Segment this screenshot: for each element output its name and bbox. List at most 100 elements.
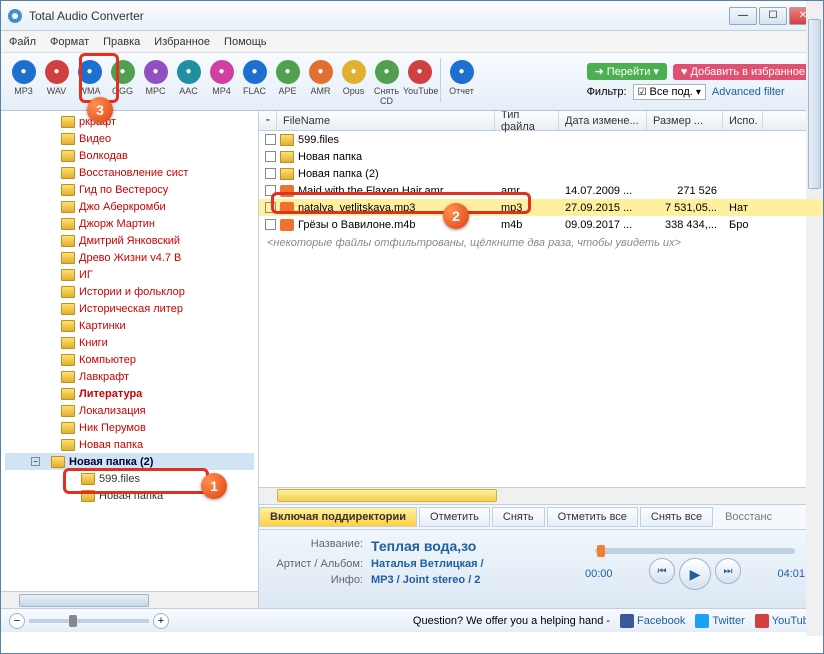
toolbar-mpc[interactable]: ●MPC [139, 58, 172, 106]
toolbar-снять cd[interactable]: ●Снять CD [370, 58, 403, 106]
help-text: Question? We offer you a helping hand - [413, 615, 610, 627]
toolbar-aac[interactable]: ●AAC [172, 58, 205, 106]
tree-item[interactable]: Книги [5, 334, 254, 351]
tree-item[interactable]: Истории и фольклор [5, 283, 254, 300]
menu-edit[interactable]: Правка [103, 36, 140, 48]
filter-label: Фильтр: [587, 86, 627, 98]
file-row[interactable]: Грёзы о Вавилоне.m4bm4b09.09.2017 ...338… [259, 216, 823, 233]
filelist-hscrollbar[interactable] [259, 487, 823, 504]
menu-format[interactable]: Формат [50, 36, 89, 48]
unmark-button[interactable]: Снять [492, 507, 545, 527]
tree-item[interactable]: Джорж Мартин [5, 215, 254, 232]
next-button[interactable]: ⏭ [715, 558, 741, 584]
play-button[interactable]: ▶ [679, 558, 711, 590]
app-icon [7, 8, 23, 24]
info-artist-label: Артист / Альбом: [271, 558, 371, 570]
info-artist: Наталья Ветлицкая / [371, 558, 484, 570]
annotation-badge-3: 3 [87, 97, 113, 123]
tree-item[interactable]: Ник Перумов [5, 419, 254, 436]
prev-button[interactable]: ⏮ [649, 558, 675, 584]
tree-item[interactable]: Дмитрий Янковский [5, 232, 254, 249]
menu-file[interactable]: Файл [9, 36, 36, 48]
include-subdirs-button[interactable]: Включая поддиректории [259, 507, 417, 527]
folder-tree-pane: ркрафтВидеоВолкодавВосстановление систГи… [1, 111, 259, 608]
add-favorite-button[interactable]: ♥ Добавить в избранное [673, 64, 813, 80]
time-total: 04:01 [777, 568, 805, 580]
file-row[interactable]: Новая папка [259, 148, 823, 165]
col-performer[interactable]: Испо. [723, 111, 763, 130]
col-type[interactable]: Тип файла [495, 111, 559, 130]
twitter-link[interactable]: Twitter [695, 614, 744, 628]
zoom-slider[interactable] [29, 619, 149, 623]
mark-all-button[interactable]: Отметить все [547, 507, 638, 527]
menu-help[interactable]: Помощь [224, 36, 267, 48]
tree-item[interactable]: Компьютер [5, 351, 254, 368]
tree-item[interactable]: Новая папка [5, 436, 254, 453]
tree-item[interactable]: Волкодав [5, 147, 254, 164]
toolbar-youtube[interactable]: ●YouTube [403, 58, 436, 106]
goto-button[interactable]: ➜ Перейти ▾ [587, 63, 667, 80]
tree-item[interactable]: Древо Жизни v4.7 B [5, 249, 254, 266]
app-window: Total Audio Converter — ☐ ✕ Файл Формат … [0, 0, 824, 654]
file-row[interactable]: natalya_vetlitskaya.mp3mp327.09.2015 ...… [259, 199, 823, 216]
annotation-badge-2: 2 [443, 203, 469, 229]
zoom-out-button[interactable]: − [9, 613, 25, 629]
info-name-label: Название: [271, 538, 371, 554]
facebook-link[interactable]: Facebook [620, 614, 685, 628]
col-date[interactable]: Дата измене... [559, 111, 647, 130]
toolbar-flac[interactable]: ●FLAC [238, 58, 271, 106]
tree-item[interactable]: Восстановление сист [5, 164, 254, 181]
filter-dropdown[interactable]: ☑ Все под. ▾ [633, 84, 706, 100]
tree-item[interactable]: Картинки [5, 317, 254, 334]
action-bar: Включая поддиректории Отметить Снять Отм… [259, 504, 823, 530]
unmark-all-button[interactable]: Снять все [640, 507, 713, 527]
zoom-in-button[interactable]: + [153, 613, 169, 629]
info-details-label: Инфо: [271, 574, 371, 586]
audio-player: 00:00 ⏮ ▶ ⏭ 04:01 [579, 538, 811, 600]
tree-item-selected[interactable]: −Новая папка (2) [5, 453, 254, 470]
tree-hscrollbar[interactable] [1, 591, 258, 608]
col-filename[interactable]: FileName [277, 111, 495, 130]
file-list[interactable]: 599.filesНовая папкаНовая папка (2)Maid … [259, 131, 823, 487]
toolbar-amr[interactable]: ●AMR [304, 58, 337, 106]
restore-button[interactable]: Восстанс [715, 508, 782, 526]
filter-hint[interactable]: <некоторые файлы отфильтрованы, щёлкните… [259, 233, 823, 253]
toolbar-wav[interactable]: ●WAV [40, 58, 73, 106]
tree-item[interactable]: ИГ [5, 266, 254, 283]
tree-item[interactable]: Джо Аберкромби [5, 198, 254, 215]
menu-favorites[interactable]: Избранное [154, 36, 210, 48]
minimize-button[interactable]: — [729, 7, 757, 25]
statusbar: − + Question? We offer you a helping han… [1, 608, 823, 632]
toolbar: ●MP3●WAV●WMA●OGG●MPC●AAC●MP4●FLAC●APE●AM… [1, 53, 823, 111]
toolbar-mp4[interactable]: ●MP4 [205, 58, 238, 106]
col-size[interactable]: Размер ... [647, 111, 723, 130]
tree-item[interactable]: Литература [5, 385, 254, 402]
tree-item[interactable]: ркрафт [5, 113, 254, 130]
annotation-badge-1: 1 [201, 473, 227, 499]
menubar: Файл Формат Правка Избранное Помощь [1, 31, 823, 53]
window-title: Total Audio Converter [29, 9, 729, 23]
info-details: MP3 / Joint stereo / 2 [371, 574, 480, 586]
mark-button[interactable]: Отметить [419, 507, 490, 527]
toolbar-opus[interactable]: ●Opus [337, 58, 370, 106]
time-current: 00:00 [585, 568, 613, 580]
toolbar-mp3[interactable]: ●MP3 [7, 58, 40, 106]
toolbar-ape[interactable]: ●APE [271, 58, 304, 106]
file-row[interactable]: 599.files [259, 131, 823, 148]
titlebar: Total Audio Converter — ☐ ✕ [1, 1, 823, 31]
toolbar-отчет[interactable]: ●Отчет [445, 58, 478, 106]
file-row[interactable]: Maid with the Flaxen Hair.amramr14.07.20… [259, 182, 823, 199]
tree-item[interactable]: Локализация [5, 402, 254, 419]
file-list-header: ⁃ FileName Тип файла Дата измене... Разм… [259, 111, 823, 131]
folder-tree[interactable]: ркрафтВидеоВолкодавВосстановление систГи… [1, 111, 258, 591]
maximize-button[interactable]: ☐ [759, 7, 787, 25]
advanced-filter-link[interactable]: Advanced filter [712, 86, 785, 98]
toolbar-ogg[interactable]: ●OGG [106, 58, 139, 106]
tree-item[interactable]: Видео [5, 130, 254, 147]
file-row[interactable]: Новая папка (2) [259, 165, 823, 182]
progress-slider[interactable] [595, 548, 795, 554]
tree-item[interactable]: Гид по Вестеросу [5, 181, 254, 198]
tree-item[interactable]: Историческая литер [5, 300, 254, 317]
tree-item[interactable]: Лавкрафт [5, 368, 254, 385]
file-list-pane: ⁃ FileName Тип файла Дата измене... Разм… [259, 111, 823, 608]
